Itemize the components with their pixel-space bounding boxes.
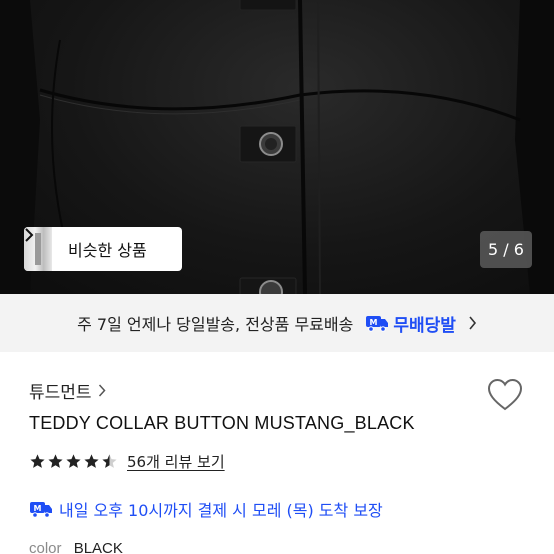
shipping-brand: 무배당발: [393, 315, 456, 336]
color-value: BLACK: [73, 540, 123, 554]
star-filled-icon: [48, 454, 63, 468]
rating-stars: [29, 453, 119, 470]
svg-text:M: M: [370, 318, 378, 327]
brand-name: 튜드먼트: [29, 383, 92, 403]
star-filled-icon: [66, 454, 81, 468]
wishlist-heart-icon[interactable]: [487, 378, 523, 412]
svg-text:M: M: [34, 504, 42, 513]
star-filled-icon: [84, 454, 99, 468]
delivery-guarantee: M 내일 오후 10시까지 결제 시 모레 (목) 도착 보장: [29, 497, 383, 521]
brand-link[interactable]: 튜드먼트: [29, 378, 106, 403]
image-page-counter: 5 / 6: [480, 231, 532, 268]
similar-products-button[interactable]: 비슷한 상품: [24, 227, 182, 271]
color-label: color: [29, 540, 62, 554]
star-filled-icon: [30, 454, 45, 468]
product-image-carousel[interactable]: 비슷한 상품 5 / 6: [0, 0, 554, 294]
star-half-icon: [102, 454, 117, 468]
delivery-truck-icon: M: [365, 314, 389, 332]
shipping-banner[interactable]: 주 7일 언제나 당일발송, 전상품 무료배송 M 무배당발: [0, 294, 554, 352]
shipping-text: 주 7일 언제나 당일발송, 전상품 무료배송: [77, 315, 354, 334]
chevron-right-icon: [98, 384, 106, 397]
review-link[interactable]: 56개 리뷰 보기: [127, 451, 225, 472]
product-title: TEDDY COLLAR BUTTON MUSTANG_BLACK: [29, 413, 415, 433]
delivery-truck-icon: M: [30, 502, 52, 518]
color-option: color BLACK: [29, 540, 123, 554]
delivery-guarantee-text: 내일 오후 10시까지 결제 시 모레 (목) 도착 보장: [59, 501, 383, 520]
chevron-right-icon: [468, 316, 477, 330]
chevron-right-icon: [25, 228, 34, 242]
rating-row: 56개 리뷰 보기: [29, 451, 225, 472]
similar-products-label: 비슷한 상품: [68, 241, 147, 260]
